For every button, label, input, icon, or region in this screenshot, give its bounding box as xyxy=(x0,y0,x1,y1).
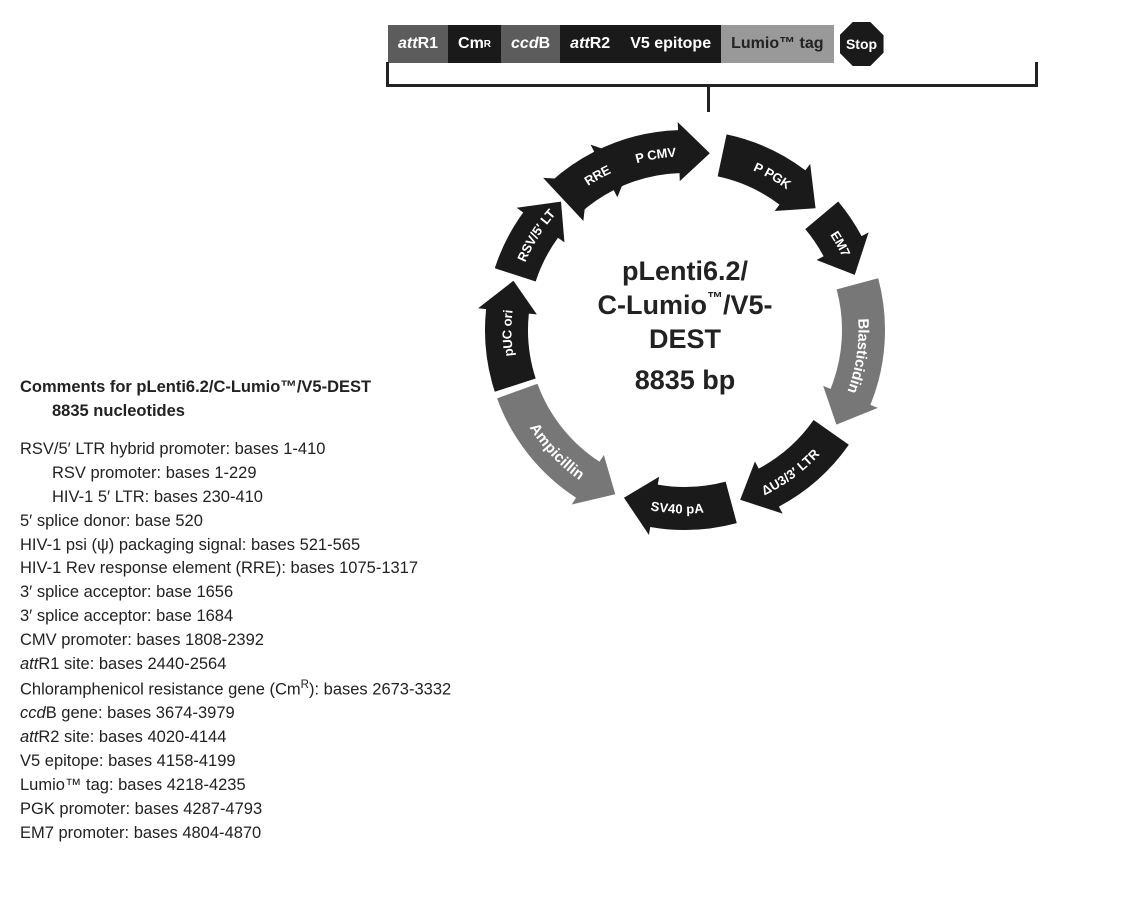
comment-line-0: RSV/5′ LTR hybrid promoter: bases 1-410 xyxy=(20,438,451,462)
comment-line-2: HIV-1 5′ LTR: bases 230-410 xyxy=(20,486,451,510)
cassette-box-1: CmR xyxy=(448,25,501,63)
comment-line-15: PGK promoter: bases 4287-4793 xyxy=(20,798,451,822)
comments-header-2: 8835 nucleotides xyxy=(20,402,185,420)
cassette-bracket xyxy=(386,62,1038,87)
cassette-box-2: ccdB xyxy=(501,25,560,63)
comment-line-6: 3′ splice acceptor: base 1656 xyxy=(20,581,451,605)
comment-line-5: HIV-1 Rev response element (RRE): bases … xyxy=(20,557,451,581)
plasmid-center-label: pLenti6.2/ C-Lumio™/V5- DEST 8835 bp xyxy=(540,255,830,398)
comments-header: Comments for pLenti6.2/C-Lumio™/V5-DEST … xyxy=(20,376,451,424)
comment-line-16: EM7 promoter: bases 4804-4870 xyxy=(20,822,451,846)
cassette-box-0: attR1 xyxy=(388,25,448,63)
cassette-box-5: Lumio™ tag xyxy=(721,25,833,63)
comment-line-12: attR2 site: bases 4020-4144 xyxy=(20,726,451,750)
comment-line-4: HIV-1 psi (ψ) packaging signal: bases 52… xyxy=(20,534,451,558)
cassette-box-4: V5 epitope xyxy=(620,25,721,63)
plasmid-tm: ™ xyxy=(707,290,723,307)
plasmid-name-line3: DEST xyxy=(649,324,721,354)
feature-label-puc: pUC ori xyxy=(499,309,516,358)
comment-line-1: RSV promoter: bases 1-229 xyxy=(20,462,451,486)
comment-line-3: 5′ splice donor: base 520 xyxy=(20,510,451,534)
comment-line-11: ccdB gene: bases 3674-3979 xyxy=(20,702,451,726)
comments-lines: RSV/5′ LTR hybrid promoter: bases 1-410R… xyxy=(20,438,451,846)
plasmid-name-line2-post: /V5- xyxy=(723,290,773,320)
comments-block: Comments for pLenti6.2/C-Lumio™/V5-DEST … xyxy=(20,376,451,846)
comment-line-10: Chloramphenicol resistance gene (CmR): b… xyxy=(20,677,451,702)
cassette-stop-icon: Stop xyxy=(840,22,884,66)
comment-line-14: Lumio™ tag: bases 4218-4235 xyxy=(20,774,451,798)
comment-line-7: 3′ splice acceptor: base 1684 xyxy=(20,605,451,629)
comment-line-9: attR1 site: bases 2440-2564 xyxy=(20,653,451,677)
comment-line-13: V5 epitope: bases 4158-4199 xyxy=(20,750,451,774)
comment-line-8: CMV promoter: bases 1808-2392 xyxy=(20,629,451,653)
cassette-box-3: attR2 xyxy=(560,25,620,63)
cassette-bar: attR1CmRccdBattR2V5 epitopeLumio™ tagSto… xyxy=(388,22,884,66)
comments-header-1: Comments for pLenti6.2/C-Lumio™/V5-DEST xyxy=(20,378,371,396)
plasmid-name-line2-pre: C-Lumio xyxy=(597,290,706,320)
plasmid-size: 8835 bp xyxy=(540,364,830,398)
plasmid-name-line1: pLenti6.2/ xyxy=(622,256,748,286)
feature-label-rsv: P RSV/5′ LTR xyxy=(420,100,558,267)
plasmid-map: P CMVP PGKEM7BlasticidinΔU3/3′ LTRSV40 p… xyxy=(420,100,950,560)
